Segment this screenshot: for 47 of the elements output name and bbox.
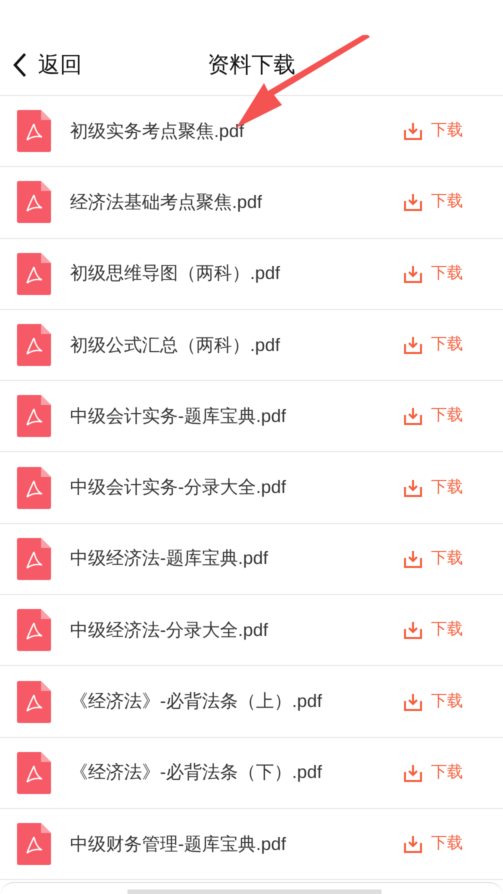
pdf-file-icon (17, 395, 51, 438)
file-name: 中级会计实务-题库宝典.pdf (70, 404, 288, 428)
pdf-file-icon (17, 680, 51, 723)
pdf-file-icon (17, 538, 51, 580)
file-name: 中级经济法-题库宝典.pdf (70, 547, 270, 570)
file-name: 中级财务管理-题库宝典.pdf (70, 832, 288, 856)
file-name: 初级思维导图（两科）.pdf (70, 262, 282, 286)
download-icon (404, 193, 422, 212)
file-name: 初级公式汇总（两科）.pdf (70, 334, 282, 357)
page-title: 资料下载 (208, 51, 296, 79)
download-button[interactable]: 下载 (404, 618, 463, 642)
download-button[interactable]: 下载 (404, 119, 463, 144)
download-button[interactable]: 下载 (404, 546, 463, 571)
file-name: 经济法基础考点聚焦.pdf (70, 190, 264, 214)
download-icon (404, 764, 422, 782)
download-button[interactable]: 下载 (404, 760, 463, 785)
pdf-file-icon (17, 324, 51, 366)
download-icon (404, 478, 422, 497)
download-icon (404, 550, 422, 568)
pdf-file-icon (17, 110, 51, 152)
file-name: 《经济法》-必背法条（下）.pdf (70, 761, 324, 784)
download-icon (404, 122, 422, 140)
download-button[interactable]: 下载 (404, 333, 463, 358)
download-icon (404, 407, 422, 426)
pdf-file-icon (17, 823, 51, 866)
download-button[interactable]: 下载 (404, 404, 463, 428)
pdf-file-icon (17, 466, 51, 509)
pdf-file-icon (17, 609, 51, 652)
download-icon (404, 336, 422, 354)
back-icon (12, 52, 28, 78)
download-icon (404, 264, 422, 283)
back-button[interactable]: 返回 (0, 48, 82, 81)
pdf-file-icon (17, 252, 51, 295)
download-icon (404, 621, 422, 640)
file-name: 中级经济法-分录大全.pdf (70, 618, 270, 642)
download-icon (404, 692, 422, 711)
download-button[interactable]: 下载 (404, 832, 463, 856)
download-button[interactable]: 下载 (404, 690, 463, 714)
download-button[interactable]: 下载 (404, 190, 463, 214)
file-name: 初级实务考点聚焦.pdf (70, 120, 246, 143)
download-button[interactable]: 下载 (404, 476, 463, 500)
download-icon (404, 835, 422, 854)
download-button[interactable]: 下载 (404, 262, 463, 286)
pdf-file-icon (17, 752, 51, 794)
file-name: 《经济法》-必背法条（上）.pdf (70, 690, 324, 714)
pdf-file-icon (17, 181, 51, 224)
file-name: 中级会计实务-分录大全.pdf (70, 476, 288, 500)
